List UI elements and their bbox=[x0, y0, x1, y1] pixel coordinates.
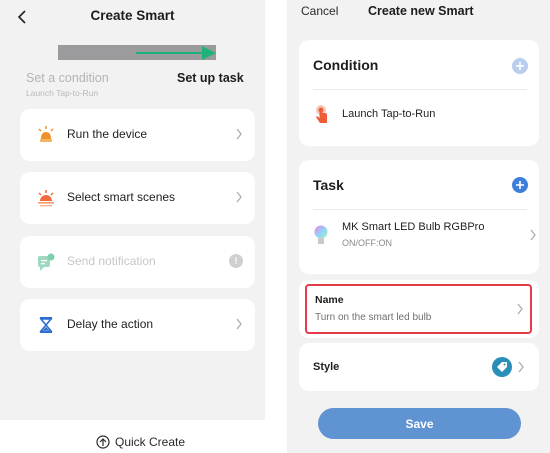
arrow-up-circle-icon bbox=[96, 435, 110, 449]
plus-icon bbox=[516, 62, 524, 70]
add-task-button[interactable] bbox=[512, 177, 528, 193]
chevron-right-icon bbox=[518, 361, 524, 373]
option-run-the-device[interactable]: Run the device bbox=[20, 109, 255, 161]
divider bbox=[313, 89, 527, 90]
tap-hand-icon bbox=[316, 105, 327, 123]
step-set-up-task: Set up task bbox=[177, 71, 244, 85]
name-label: Name bbox=[315, 294, 344, 306]
chevron-right-icon bbox=[236, 128, 242, 140]
chevron-right-icon bbox=[236, 318, 242, 330]
hourglass-icon bbox=[36, 315, 56, 335]
arrow-right-icon bbox=[136, 46, 216, 60]
condition-item-label: Launch Tap-to-Run bbox=[342, 108, 436, 120]
light-bulb-icon bbox=[36, 125, 56, 145]
task-device-state: ON/OFF:ON bbox=[342, 238, 392, 248]
name-value: Turn on the smart led bulb bbox=[315, 312, 432, 323]
page-title: Create Smart bbox=[90, 8, 175, 23]
task-device-item[interactable]: MK Smart LED Bulb RGBPro ON/OFF:ON bbox=[313, 214, 539, 264]
sunrise-icon bbox=[36, 188, 56, 208]
quick-create-button[interactable]: Quick Create bbox=[96, 434, 185, 450]
add-condition-button[interactable] bbox=[512, 58, 528, 74]
info-icon: ! bbox=[229, 254, 243, 268]
create-smart-screen: Create Smart Set a condition Launch Tap-… bbox=[0, 0, 265, 453]
task-device-name: MK Smart LED Bulb RGBPro bbox=[342, 221, 485, 233]
option-label: Send notification bbox=[67, 254, 156, 268]
option-delay-the-action[interactable]: Delay the action bbox=[20, 299, 255, 351]
option-send-notification[interactable]: Send notification ! bbox=[20, 236, 255, 288]
chevron-right-icon bbox=[517, 303, 523, 315]
tag-style-icon bbox=[492, 357, 512, 377]
chevron-right-icon bbox=[236, 191, 242, 203]
option-label: Select smart scenes bbox=[67, 190, 176, 204]
divider bbox=[313, 209, 527, 210]
task-section-title: Task bbox=[313, 177, 344, 193]
style-label: Style bbox=[313, 361, 340, 373]
option-label: Run the device bbox=[67, 127, 148, 141]
condition-section-title: Condition bbox=[313, 57, 379, 73]
step-set-condition: Set a condition bbox=[26, 71, 109, 85]
chevron-right-icon bbox=[530, 229, 536, 241]
condition-item[interactable]: Launch Tap-to-Run bbox=[313, 94, 539, 134]
task-card: Task MK Smart LED Bulb RGBPro ON/OFF:ON bbox=[299, 160, 539, 274]
style-row[interactable]: Style bbox=[299, 343, 539, 391]
step-condition-subtitle: Launch Tap-to-Run bbox=[26, 88, 99, 98]
save-button[interactable]: Save bbox=[318, 408, 521, 439]
notification-phone-icon bbox=[36, 252, 56, 272]
rgb-bulb-icon bbox=[314, 225, 328, 244]
cancel-button[interactable]: Cancel bbox=[301, 4, 338, 18]
condition-card: Condition Launch Tap-to-Run bbox=[299, 40, 539, 146]
name-field[interactable]: Name Turn on the smart led bulb bbox=[305, 284, 532, 334]
plus-icon bbox=[516, 181, 524, 189]
quick-create-label: Quick Create bbox=[115, 435, 186, 449]
option-label: Delay the action bbox=[67, 317, 154, 331]
create-new-smart-screen: Cancel Create new Smart Condition Launch… bbox=[287, 0, 550, 453]
page-title: Create new Smart bbox=[368, 4, 474, 18]
option-select-smart-scenes[interactable]: Select smart scenes bbox=[20, 172, 255, 224]
